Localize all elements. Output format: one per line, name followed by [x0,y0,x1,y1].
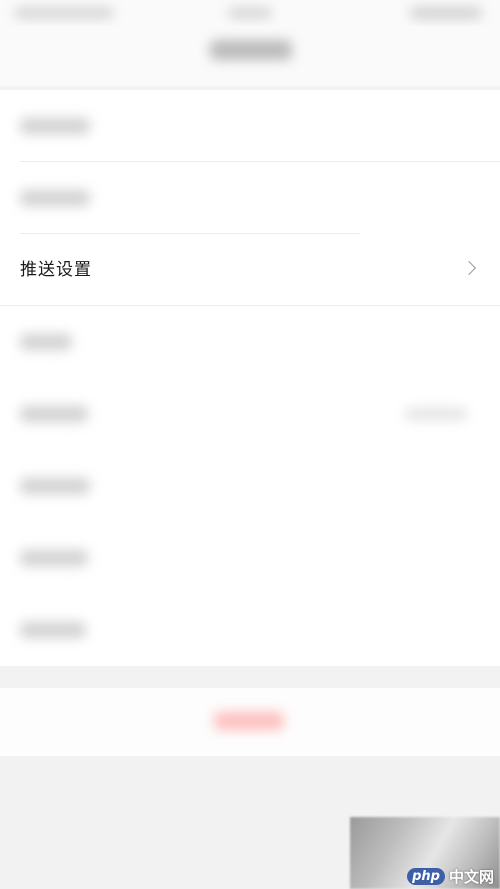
logout-label [214,712,284,730]
settings-row-4-label [20,334,72,350]
settings-row-5-label [20,406,88,422]
nav-title [210,40,292,60]
settings-list: 推送设置 [0,90,500,666]
settings-row-1[interactable] [0,90,500,162]
settings-row-8[interactable] [0,594,500,666]
settings-row-4[interactable] [0,306,500,378]
logout-button[interactable] [0,688,500,756]
settings-row-7[interactable] [0,522,500,594]
settings-row-2[interactable] [0,162,500,234]
status-bar [0,0,500,26]
settings-screen: 推送设置 php 中文网 [0,0,500,889]
settings-row-2-label [20,190,90,206]
status-battery [410,7,482,19]
nav-bar [0,26,500,86]
settings-row-5[interactable] [0,378,500,450]
watermark-badge: php [407,868,445,885]
chevron-right-icon [461,260,477,276]
settings-row-1-label [20,118,90,134]
push-settings-label: 推送设置 [20,260,92,280]
status-time [228,8,272,18]
settings-row-8-label [20,622,86,638]
settings-row-6[interactable] [0,450,500,522]
settings-row-5-value [405,408,467,420]
settings-row-push-settings[interactable]: 推送设置 [0,234,500,306]
settings-row-6-label [20,478,90,494]
status-carrier [14,8,114,18]
watermark-logo: php 中文网 [407,866,494,887]
settings-row-7-label [20,550,88,566]
watermark-text: 中文网 [448,868,494,886]
